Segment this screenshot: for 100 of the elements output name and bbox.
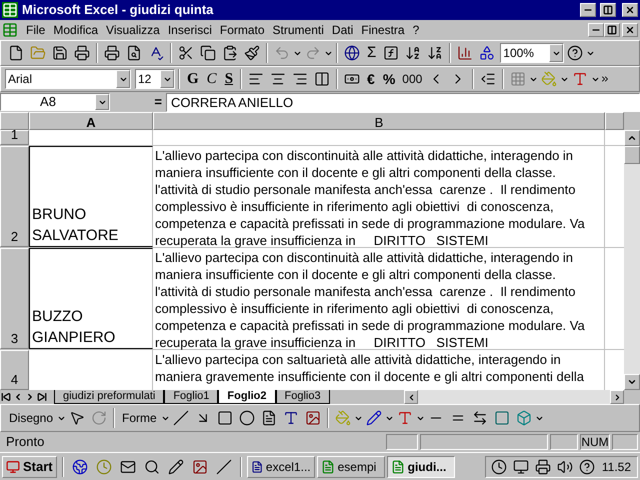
sheet-tab[interactable]: Foglio3 bbox=[276, 390, 330, 404]
chart-icon[interactable] bbox=[457, 45, 474, 61]
cut-icon[interactable] bbox=[178, 45, 194, 61]
vertical-scrollbar[interactable] bbox=[624, 112, 640, 390]
pointer-icon[interactable] bbox=[69, 410, 86, 426]
print-icon[interactable] bbox=[104, 45, 120, 61]
monitor-icon[interactable] bbox=[512, 458, 529, 474]
minimize-button[interactable] bbox=[580, 3, 596, 17]
menu-item[interactable]: ? bbox=[408, 21, 424, 39]
save-icon[interactable] bbox=[52, 45, 68, 61]
clip-art-icon[interactable] bbox=[304, 410, 321, 426]
row-header[interactable]: 4 bbox=[0, 350, 29, 390]
menu-item[interactable]: Dati bbox=[328, 21, 358, 39]
menu-item[interactable]: Strumenti bbox=[268, 21, 328, 39]
scheduler-icon[interactable] bbox=[490, 458, 507, 474]
zoom-dropdown[interactable]: 100% bbox=[500, 43, 564, 63]
indent-icon[interactable] bbox=[480, 71, 496, 87]
row-header[interactable]: 1 bbox=[0, 130, 29, 145]
name-box[interactable]: A8 bbox=[0, 93, 110, 111]
sheet-tab[interactable]: giudizi preformulati bbox=[54, 390, 164, 404]
menu-item[interactable]: File bbox=[22, 21, 50, 39]
menu-item[interactable]: Inserisci bbox=[164, 21, 216, 39]
more-icon[interactable] bbox=[600, 74, 610, 84]
column-header[interactable] bbox=[605, 112, 624, 130]
draw-menu[interactable]: Disegno bbox=[5, 409, 58, 427]
sum-button[interactable]: Σ bbox=[363, 42, 380, 64]
arrow-style-icon[interactable] bbox=[472, 410, 488, 426]
italic-button[interactable]: C bbox=[202, 68, 221, 90]
paste-icon[interactable] bbox=[222, 45, 238, 61]
format-painter-icon[interactable] bbox=[244, 45, 260, 61]
underline-button[interactable]: S bbox=[220, 68, 238, 90]
fill-color-icon[interactable] bbox=[334, 410, 351, 426]
close-button[interactable] bbox=[622, 23, 638, 37]
percent-button[interactable]: % bbox=[378, 68, 400, 90]
restore-button[interactable] bbox=[604, 23, 620, 37]
spreadsheet-icon bbox=[2, 2, 18, 18]
sheet-tab[interactable]: Foglio1 bbox=[164, 390, 218, 404]
globe-icon[interactable] bbox=[344, 45, 360, 61]
shapes-menu[interactable]: Forme bbox=[118, 409, 161, 427]
printer-icon[interactable] bbox=[74, 45, 90, 61]
print-preview-icon[interactable] bbox=[126, 45, 142, 61]
restore-button[interactable] bbox=[600, 3, 616, 17]
scroll-thumb[interactable] bbox=[624, 146, 640, 164]
rectangle-icon[interactable] bbox=[216, 410, 233, 426]
row-header[interactable]: 3 bbox=[0, 248, 29, 349]
close-button[interactable] bbox=[622, 3, 638, 17]
help-icon[interactable] bbox=[578, 458, 595, 474]
browser-icon[interactable] bbox=[72, 458, 88, 474]
font-color-icon[interactable] bbox=[572, 71, 588, 87]
taskbar-button[interactable]: esempi bbox=[316, 456, 385, 478]
shapes-icon[interactable] bbox=[479, 45, 496, 61]
sort-ascending-icon[interactable] bbox=[405, 45, 422, 61]
font-color-icon[interactable] bbox=[396, 410, 413, 426]
printer-icon[interactable] bbox=[534, 458, 551, 474]
copy-icon[interactable] bbox=[200, 45, 216, 61]
menu-item[interactable]: Finestra bbox=[357, 21, 409, 39]
merge-center-icon[interactable] bbox=[314, 71, 330, 87]
line-color-icon[interactable] bbox=[366, 410, 382, 426]
select-all-button[interactable] bbox=[0, 112, 29, 130]
align-right-icon[interactable] bbox=[292, 71, 308, 87]
column-header[interactable]: A bbox=[29, 112, 153, 130]
text-box-icon[interactable] bbox=[260, 410, 277, 426]
scroll-down-icon[interactable] bbox=[627, 377, 637, 387]
menu-item[interactable]: Visualizza bbox=[102, 21, 164, 39]
document-icon bbox=[2, 22, 18, 38]
media-icon[interactable] bbox=[192, 458, 208, 474]
help-icon[interactable] bbox=[567, 45, 584, 61]
scroll-up-icon[interactable] bbox=[627, 133, 637, 143]
volume-icon[interactable] bbox=[556, 458, 573, 474]
bold-button[interactable]: G bbox=[183, 68, 203, 90]
font-dropdown[interactable]: Arial bbox=[5, 69, 131, 89]
fill-color-icon[interactable] bbox=[541, 71, 558, 87]
sheet-navigation-icon[interactable] bbox=[1, 392, 11, 402]
sort-descending-icon[interactable] bbox=[427, 45, 444, 61]
start-button[interactable]: Start bbox=[2, 456, 57, 478]
sheet-tab[interactable]: Foglio2 bbox=[218, 390, 276, 404]
align-left-icon[interactable] bbox=[248, 71, 264, 87]
ellipse-icon[interactable] bbox=[238, 410, 255, 426]
edit-icon[interactable] bbox=[168, 458, 184, 474]
horizontal-scrollbar[interactable] bbox=[404, 390, 624, 404]
new-file-icon[interactable] bbox=[8, 45, 24, 61]
font-size-dropdown[interactable]: 12 bbox=[135, 69, 175, 89]
taskbar-button[interactable]: giudi... bbox=[386, 456, 455, 478]
column-header[interactable]: B bbox=[153, 112, 605, 130]
minimize-button[interactable] bbox=[588, 23, 604, 37]
thousands-button[interactable]: 000 bbox=[399, 70, 426, 88]
search-icon[interactable] bbox=[144, 458, 160, 474]
sheet-navigation-icon[interactable] bbox=[37, 392, 47, 402]
menu-item[interactable]: Modifica bbox=[49, 21, 102, 39]
align-center-icon[interactable] bbox=[270, 71, 286, 87]
euro-button[interactable]: € bbox=[363, 68, 379, 90]
taskbar-button[interactable]: excel1... bbox=[246, 456, 315, 478]
formula-input[interactable]: CORRERA ANIELLO bbox=[166, 92, 640, 112]
mail-icon[interactable] bbox=[120, 458, 136, 474]
row-header[interactable]: 2 bbox=[0, 146, 29, 247]
windows-logo-icon bbox=[6, 460, 20, 474]
menu-item[interactable]: Formato bbox=[216, 21, 269, 39]
line-icon[interactable] bbox=[172, 410, 189, 426]
function-icon[interactable] bbox=[383, 45, 400, 61]
cell-reference: A8 bbox=[39, 93, 57, 112]
